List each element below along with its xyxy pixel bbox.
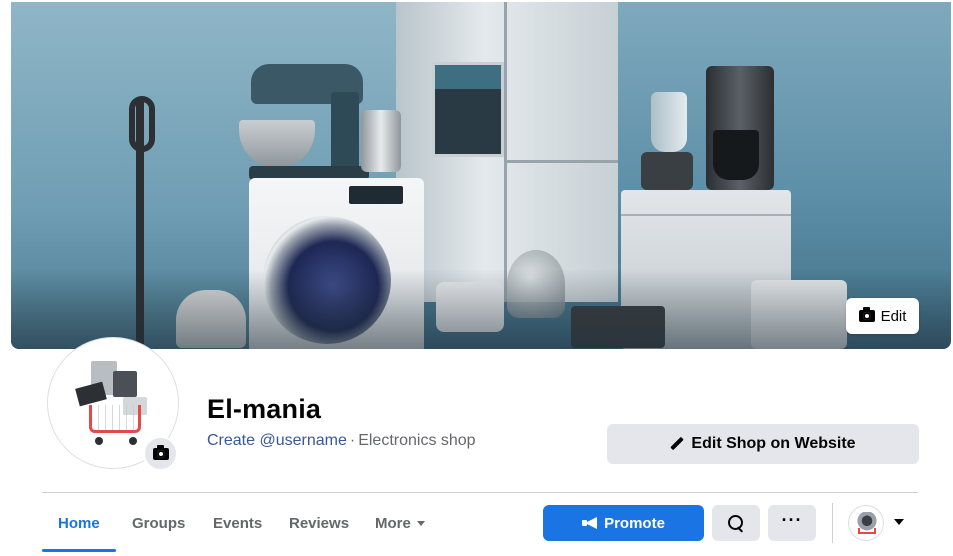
toolbar-separator (832, 503, 833, 543)
create-username-link[interactable]: Create @username (207, 432, 347, 449)
cover-photo (11, 2, 951, 349)
camera-icon (152, 444, 169, 460)
edit-cover-label: Edit (880, 307, 907, 325)
profile-switcher-avatar[interactable] (848, 505, 884, 541)
more-dots-icon: ··· (781, 510, 803, 530)
megaphone-icon (582, 516, 598, 530)
page-category: Electronics shop (358, 432, 476, 449)
header-divider (42, 492, 918, 493)
page-title: El-mania (207, 394, 322, 424)
shopping-cart-logo (67, 357, 159, 449)
pencil-icon (670, 437, 684, 451)
tab-more[interactable]: More (359, 505, 441, 541)
caret-down-icon (416, 521, 425, 526)
tab-more-label: More (375, 514, 411, 532)
update-avatar-button[interactable] (143, 436, 178, 471)
edit-cover-button[interactable]: Edit (846, 298, 919, 334)
promote-button[interactable]: Promote (543, 505, 704, 541)
tab-groups[interactable]: Groups (116, 505, 201, 541)
separator: · (349, 432, 356, 449)
profile-switcher-caret-icon[interactable] (894, 519, 904, 525)
promote-label: Promote (604, 514, 665, 532)
search-icon (728, 515, 744, 531)
active-tab-indicator (42, 549, 116, 552)
blender-illustration (651, 92, 687, 152)
search-button[interactable] (712, 505, 760, 541)
edit-shop-label: Edit Shop on Website (691, 435, 856, 452)
tab-home[interactable]: Home (42, 505, 116, 541)
page-subtitle: Create @username · Electronics shop (207, 432, 476, 450)
tab-events[interactable]: Events (197, 505, 278, 541)
tab-reviews[interactable]: Reviews (273, 505, 365, 541)
edit-shop-button[interactable]: Edit Shop on Website (607, 424, 919, 464)
camera-icon (858, 307, 875, 322)
more-options-button[interactable]: ··· (768, 505, 816, 541)
fridge-illustration (396, 2, 618, 302)
